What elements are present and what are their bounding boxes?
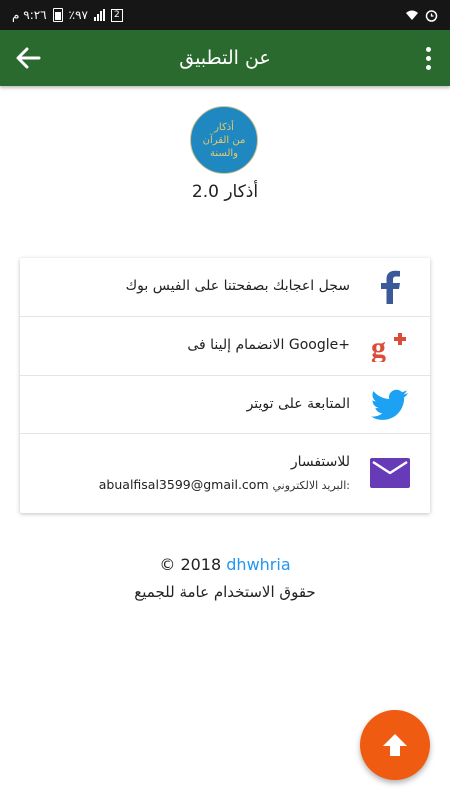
battery-icon	[52, 8, 63, 22]
email-address[interactable]: abualfisal3599@gmail.com	[99, 477, 269, 492]
logo-line-3: والسنة	[210, 147, 238, 159]
more-vert-icon	[425, 46, 431, 52]
status-bar: ٩:٢٦ م ٪٩٧ 2	[0, 0, 450, 30]
battery-level: ٪٩٧	[68, 8, 88, 22]
list-item-google-plus[interactable]: g +Google الانضمام إلينا فى	[20, 317, 430, 376]
app-bar: عن التطبيق	[0, 30, 450, 86]
facebook-label: سجل اعجابك بصفحتنا على الفيس بوك	[125, 278, 350, 294]
email-icon	[368, 451, 412, 495]
arrow-back-icon	[16, 47, 41, 69]
rights-text: حقوق الاستخدام عامة للجميع	[134, 583, 316, 601]
status-time: ٩:٢٦ م	[12, 8, 47, 22]
developer-link[interactable]: dhwhria	[226, 555, 290, 574]
copyright-line: © 2018 dhwhria	[0, 555, 450, 574]
email-title: للاستفسار	[290, 454, 350, 470]
status-left: ٩:٢٦ م ٪٩٧ 2	[12, 8, 123, 22]
app-logo: أذكار من القرآن والسنة	[190, 106, 260, 176]
more-options-button[interactable]	[420, 42, 436, 74]
twitter-icon	[368, 383, 412, 427]
list-item-facebook[interactable]: سجل اعجابك بصفحتنا على الفيس بوك	[20, 258, 430, 317]
scroll-top-button[interactable]	[360, 710, 430, 780]
list-item-email[interactable]: للاستفسار :البريد الالكتروني abualfisal3…	[20, 434, 430, 513]
twitter-label: المتابعة على تويتر	[246, 396, 350, 412]
arrow-up-icon	[383, 734, 407, 756]
wifi-icon	[406, 10, 418, 20]
sim-indicator: 2	[110, 8, 123, 22]
google-plus-label: +Google الانضمام إلينا فى	[187, 337, 350, 353]
links-card: سجل اعجابك بصفحتنا على الفيس بوك g +Goog…	[20, 258, 430, 513]
copyright-text: © 2018	[159, 555, 222, 574]
google-plus-icon: g	[368, 324, 412, 368]
email-address-label: :البريد الالكتروني	[272, 479, 350, 492]
logo-badge: أذكار من القرآن والسنة	[190, 106, 258, 174]
app-name-version: أذكار 2.0	[191, 182, 259, 202]
email-address-line: :البريد الالكتروني abualfisal3599@gmail.…	[99, 477, 350, 492]
logo-line-1: أذكار	[214, 121, 234, 133]
signal-icon	[93, 9, 105, 21]
svg-text:g: g	[371, 331, 386, 362]
alarm-icon	[425, 9, 438, 22]
page-title: عن التطبيق	[179, 47, 271, 69]
list-item-twitter[interactable]: المتابعة على تويتر	[20, 376, 430, 434]
back-button[interactable]	[12, 42, 44, 74]
facebook-icon	[368, 265, 412, 309]
logo-line-2: من القرآن	[202, 134, 246, 146]
status-right	[405, 9, 438, 22]
